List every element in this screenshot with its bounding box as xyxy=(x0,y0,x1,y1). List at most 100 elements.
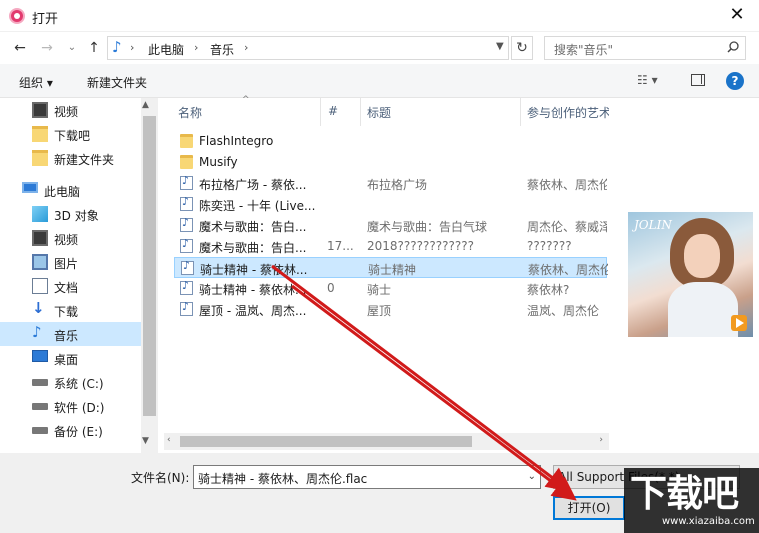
download-icon: ↓ xyxy=(32,299,45,317)
file-name-cell: 陈奕迅 - 十年 (Live... xyxy=(199,199,316,213)
sidebar-item-label: 3D 对象 xyxy=(54,209,99,223)
sidebar-item-label: 视频 xyxy=(54,233,79,247)
help-button[interactable]: ? xyxy=(726,72,744,90)
column-header-title[interactable]: 标题 xyxy=(367,104,391,121)
sidebar-item[interactable]: 视频 xyxy=(0,226,141,250)
music-file-icon xyxy=(180,216,193,232)
file-row[interactable]: 魔术与歌曲：告白... 17... 2018??????????????????? xyxy=(174,236,607,257)
sidebar-item-label: 下载 xyxy=(54,305,79,319)
drive-icon xyxy=(32,379,48,386)
refresh-button[interactable]: ↻ xyxy=(511,36,533,60)
drive-icon xyxy=(32,427,48,434)
new-folder-button[interactable]: 新建文件夹 xyxy=(87,74,147,91)
column-header-number[interactable]: # xyxy=(328,104,338,118)
site-watermark: 下载吧 www.xiazaiba.com xyxy=(624,468,759,533)
play-icon xyxy=(731,315,747,331)
open-button[interactable]: 打开(O) xyxy=(553,496,625,520)
sidebar-item[interactable]: 备份 (E:) xyxy=(0,418,141,442)
address-bar[interactable]: ♪ › 此电脑 › 音乐 › ▼ xyxy=(107,36,509,60)
sidebar-item[interactable]: 文档 xyxy=(0,274,141,298)
scroll-up-icon[interactable]: ▲ xyxy=(142,100,149,110)
file-row[interactable]: 骑士精神 - 蔡依林... 0 骑士 蔡依林? xyxy=(174,278,607,299)
file-artist-cell: 温岚、周杰伦 xyxy=(527,304,600,318)
sidebar-item-label: 桌面 xyxy=(54,353,79,367)
command-toolbar: 组织 ▾ 新建文件夹 ☷ ▾ ? xyxy=(0,64,759,98)
file-row[interactable]: FlashIntegro xyxy=(174,131,607,152)
music-location-icon: ♪ xyxy=(112,38,122,56)
up-button[interactable]: ↑ xyxy=(85,38,103,58)
scroll-down-icon[interactable]: ▼ xyxy=(142,436,149,446)
scroll-right-icon[interactable]: › xyxy=(599,435,603,445)
sidebar-item[interactable]: ♪ 音乐 xyxy=(0,322,141,346)
recent-locations-button[interactable]: ⌄ xyxy=(63,38,81,58)
column-divider[interactable] xyxy=(520,98,521,126)
sidebar-item[interactable]: 图片 xyxy=(0,250,141,274)
column-header-artist[interactable]: 参与创作的艺术 xyxy=(527,104,609,121)
music-file-icon xyxy=(180,300,193,316)
album-logo: JOLIN xyxy=(634,218,672,232)
column-header-name[interactable]: 名称 xyxy=(178,104,202,121)
file-artist-cell: 蔡依林? xyxy=(527,283,570,297)
change-view-button[interactable]: ☷ ▾ xyxy=(637,73,667,89)
sidebar-item-label: 此电脑 xyxy=(44,185,81,199)
sidebar-item[interactable]: 视频 xyxy=(0,98,141,122)
filename-label: 文件名(N): xyxy=(131,471,190,485)
file-num-cell: 17... xyxy=(327,239,354,253)
file-name-cell: 骑士精神 - 蔡依林... xyxy=(199,283,307,297)
file-row[interactable]: Musify xyxy=(174,152,607,173)
file-row[interactable]: 屋顶 - 温岚、周杰... 屋顶 温岚、周杰伦 xyxy=(174,299,607,320)
sidebar-item[interactable]: 桌面 xyxy=(0,346,141,370)
file-title-cell: 屋顶 xyxy=(367,304,392,318)
app-icon xyxy=(9,8,25,24)
sidebar-scrollbar-thumb[interactable] xyxy=(143,116,156,416)
horizontal-scrollbar-thumb[interactable] xyxy=(180,436,472,447)
breadcrumb-separator-icon[interactable]: › xyxy=(130,41,134,54)
sidebar-item[interactable]: 新建文件夹 xyxy=(0,146,141,170)
computer-icon xyxy=(22,182,38,193)
file-title-cell: 骑士精神 xyxy=(368,263,417,277)
sidebar-item[interactable]: ↓ 下载 xyxy=(0,298,141,322)
search-input[interactable]: 搜索"音乐" xyxy=(544,36,746,60)
sidebar-item[interactable]: 软件 (D:) xyxy=(0,394,141,418)
chevron-down-icon[interactable]: ⌄ xyxy=(528,471,536,482)
file-row[interactable]: 陈奕迅 - 十年 (Live... xyxy=(174,194,607,215)
album-art-face xyxy=(684,234,720,278)
title-bar: 打开 ✕ xyxy=(0,0,759,32)
search-placeholder: 搜索"音乐" xyxy=(554,43,614,57)
folder-icon xyxy=(32,150,48,166)
filename-field[interactable]: 骑士精神 - 蔡依林、周杰伦.flac ⌄ xyxy=(193,465,541,489)
album-art-body xyxy=(668,282,738,337)
window-title: 打开 xyxy=(32,12,59,27)
horizontal-scrollbar[interactable]: ‹ › xyxy=(164,433,609,450)
organize-button[interactable]: 组织 ▾ xyxy=(19,74,53,91)
breadcrumb-this-pc[interactable]: 此电脑 xyxy=(148,41,184,58)
folder-icon xyxy=(180,155,193,169)
preview-pane-button[interactable] xyxy=(691,74,705,86)
video-icon xyxy=(32,230,48,246)
breadcrumb-separator-icon[interactable]: › xyxy=(244,41,248,54)
sidebar-item[interactable]: 下载吧 xyxy=(0,122,141,146)
close-button[interactable]: ✕ xyxy=(715,0,759,30)
back-button[interactable]: ← xyxy=(11,38,29,58)
navigation-pane: 视频 下载吧 新建文件夹 此电脑 3D 对象 视频 图片 文档 ↓ 下载 ♪ 音乐 桌面 系统 (C:) 软… xyxy=(0,98,158,453)
file-artist-cell: 蔡依林、周杰伦 xyxy=(527,178,607,192)
scroll-left-icon[interactable]: ‹ xyxy=(167,435,171,445)
breadcrumb-separator-icon[interactable]: › xyxy=(194,41,198,54)
sidebar-item-label: 视频 xyxy=(54,105,79,119)
file-row[interactable]: 骑士精神 - 蔡依林... 骑士精神 蔡依林、周杰伦 xyxy=(174,257,608,278)
folder-icon xyxy=(32,126,48,142)
watermark-logo-text: 下载吧 xyxy=(630,472,739,515)
forward-button[interactable]: → xyxy=(38,38,56,58)
sidebar-item[interactable]: 系统 (C:) xyxy=(0,370,141,394)
sidebar-item[interactable]: 此电脑 xyxy=(0,178,141,202)
sidebar-item[interactable]: 3D 对象 xyxy=(0,202,141,226)
file-row[interactable]: 布拉格广场 - 蔡依... 布拉格广场 蔡依林、周杰伦 xyxy=(174,173,607,194)
column-divider[interactable] xyxy=(320,98,321,126)
column-divider[interactable] xyxy=(360,98,361,126)
sidebar-item-label: 音乐 xyxy=(54,329,79,343)
drive-icon xyxy=(32,403,48,410)
breadcrumb-music[interactable]: 音乐 xyxy=(210,41,234,58)
address-dropdown-icon[interactable]: ▼ xyxy=(496,41,504,52)
music-file-icon xyxy=(180,237,193,253)
file-row[interactable]: 魔术与歌曲：告白... 魔术与歌曲：告白气球 周杰伦、蔡威泽 xyxy=(174,215,607,236)
